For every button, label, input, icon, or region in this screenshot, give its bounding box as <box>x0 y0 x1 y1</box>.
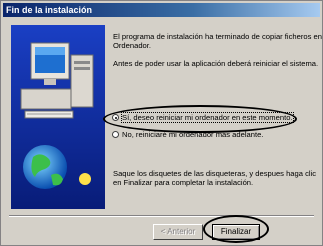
computer-illustration <box>11 25 105 209</box>
setup-dialog: Fin de la instalación El programa de ins… <box>0 0 323 246</box>
footer-line-2: en Finalizar para completar la instalaci… <box>113 178 254 187</box>
back-button[interactable]: < Anterior <box>153 224 203 240</box>
message-line-3: Antes de poder usar la aplicación deberá… <box>113 59 319 68</box>
restart-later-option[interactable]: No, reiniciaré mi ordenador más adelante… <box>112 129 288 141</box>
restart-later-label[interactable]: No, reiniciaré mi ordenador más adelante… <box>122 130 263 139</box>
restart-now-label[interactable]: Sí, deseo reiniciar mi ordenador en este… <box>121 112 294 123</box>
restart-now-radio[interactable] <box>112 114 119 121</box>
message-line-2: Ordenador. <box>113 41 151 50</box>
message-line-1: El programa de instalación ha terminado … <box>113 32 323 41</box>
restart-later-radio[interactable] <box>112 131 119 138</box>
button-separator <box>9 215 314 217</box>
finish-button[interactable]: Finalizar <box>212 224 260 240</box>
footer-line-1: Saque los disquetes de las disqueteras, … <box>113 169 317 178</box>
restart-now-option[interactable]: Sí, deseo reiniciar mi ordenador en este… <box>112 112 294 124</box>
dialog-title: Fin de la instalación <box>3 3 320 17</box>
computer-icon <box>11 25 105 209</box>
